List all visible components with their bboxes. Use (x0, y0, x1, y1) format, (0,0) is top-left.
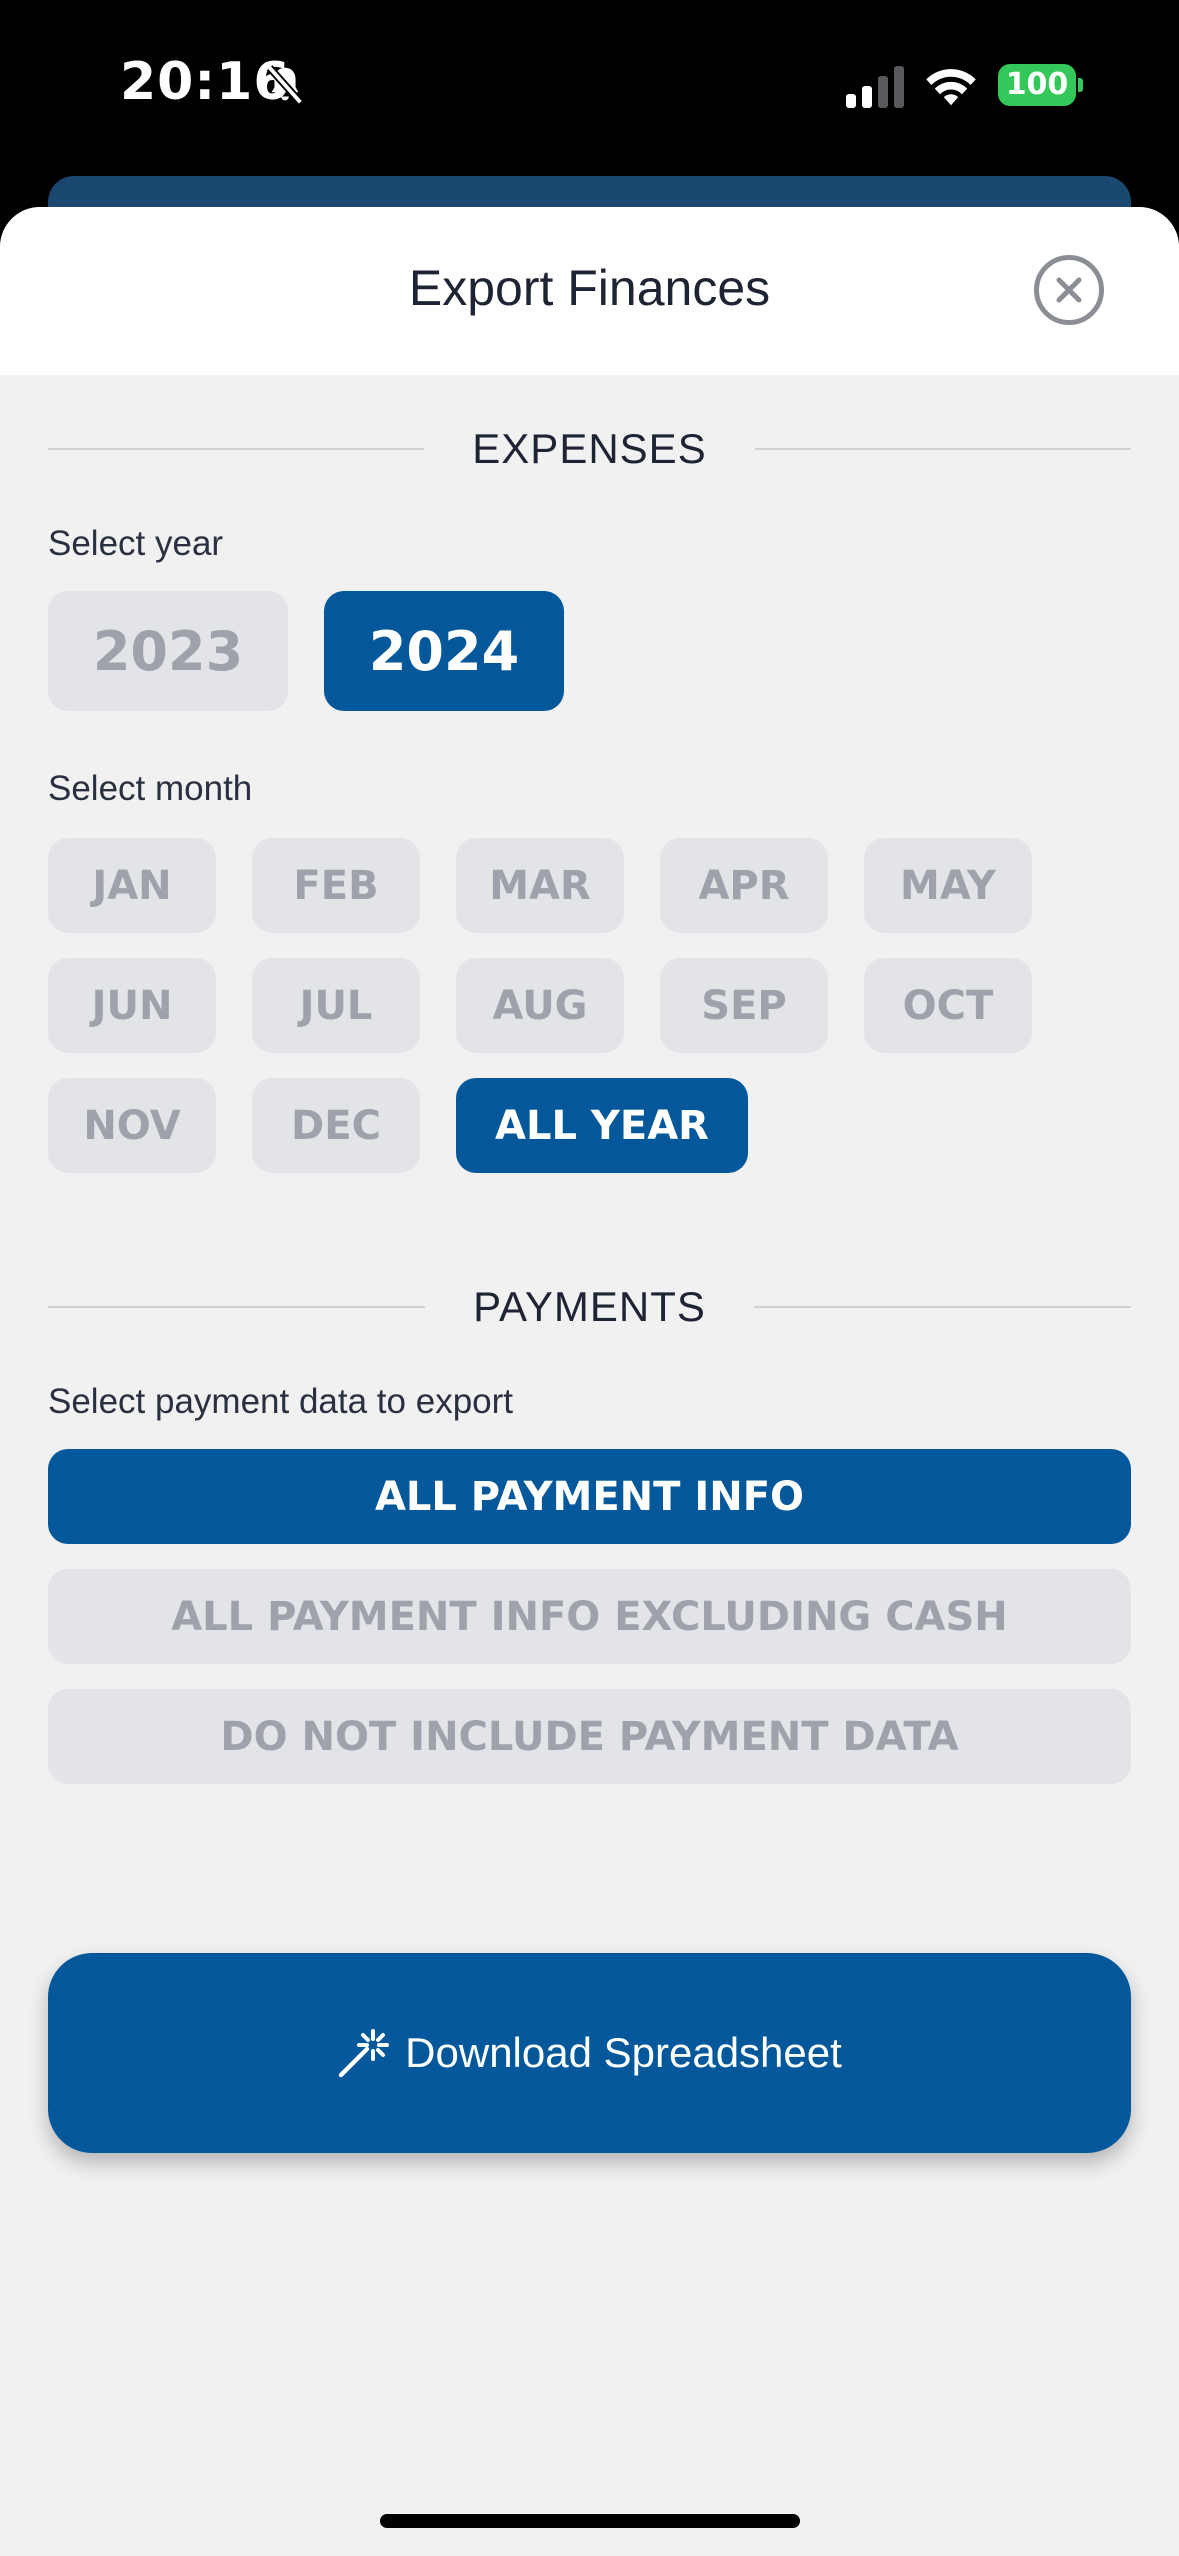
cellular-signal-icon (846, 66, 904, 108)
month-option-apr[interactable]: APR (660, 838, 828, 933)
divider (754, 448, 1131, 450)
payments-heading: PAYMENTS (48, 1283, 1131, 1331)
month-option-feb[interactable]: FEB (252, 838, 420, 933)
select-month-label: Select month (48, 769, 253, 808)
battery-indicator: 100 (998, 64, 1076, 106)
month-option-jul[interactable]: JUL (252, 958, 420, 1053)
month-option-sep[interactable]: SEP (660, 958, 828, 1053)
magic-wand-icon (338, 2029, 390, 2078)
home-indicator (380, 2514, 800, 2528)
payments-heading-label: PAYMENTS (473, 1283, 706, 1330)
payment-option-all[interactable]: ALL PAYMENT INFO (48, 1449, 1131, 1544)
select-payment-label: Select payment data to export (48, 1382, 513, 1421)
expenses-heading: EXPENSES (48, 425, 1131, 473)
select-year-label: Select year (48, 524, 224, 563)
sheet-title: Export Finances (408, 260, 771, 316)
divider (753, 1306, 1131, 1308)
month-option-nov[interactable]: NOV (48, 1078, 216, 1173)
month-option-all-year[interactable]: ALL YEAR (456, 1078, 748, 1173)
download-spreadsheet-button[interactable]: Download Spreadsheet (48, 1953, 1131, 2153)
year-option-2024[interactable]: 2024 (324, 591, 564, 711)
month-option-aug[interactable]: AUG (456, 958, 624, 1053)
year-option-2023[interactable]: 2023 (48, 591, 288, 711)
download-button-label: Download Spreadsheet (405, 2029, 842, 2076)
export-sheet: Export Finances EXPENSES Select year 202… (0, 207, 1179, 2556)
month-option-jan[interactable]: JAN (48, 838, 216, 933)
bell-muted-icon (266, 65, 304, 105)
month-option-jun[interactable]: JUN (48, 958, 216, 1053)
payment-option-none[interactable]: DO NOT INCLUDE PAYMENT DATA (48, 1689, 1131, 1784)
payment-option-excluding-cash[interactable]: ALL PAYMENT INFO EXCLUDING CASH (48, 1569, 1131, 1664)
close-icon (1056, 277, 1082, 303)
wifi-icon (926, 69, 976, 106)
month-option-oct[interactable]: OCT (864, 958, 1032, 1053)
status-bar: 20:16 100 (0, 0, 1179, 160)
sheet-header: Export Finances (0, 207, 1179, 375)
month-option-may[interactable]: MAY (864, 838, 1032, 933)
close-button[interactable] (1034, 255, 1104, 325)
divider (48, 448, 425, 450)
month-option-mar[interactable]: MAR (456, 838, 624, 933)
divider (48, 1306, 426, 1308)
battery-tip (1078, 78, 1083, 92)
month-option-dec[interactable]: DEC (252, 1078, 420, 1173)
expenses-heading-label: EXPENSES (472, 425, 707, 472)
